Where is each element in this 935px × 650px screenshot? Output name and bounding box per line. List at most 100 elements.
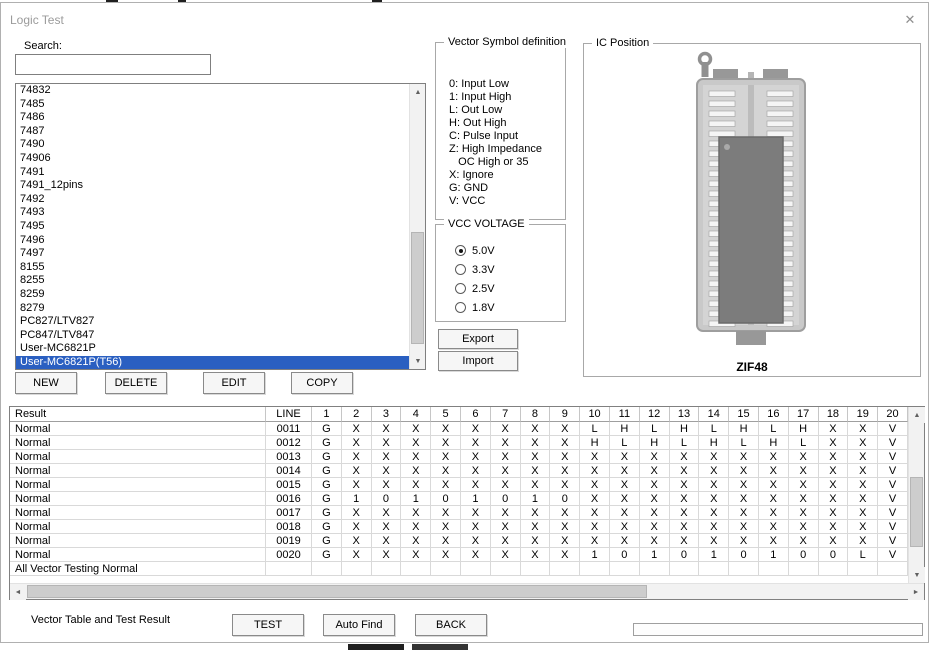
vcc-option-2.5V[interactable]: 2.5V (436, 279, 565, 298)
pin-cell: X (461, 520, 491, 534)
list-item[interactable]: 7486 (16, 111, 425, 125)
table-row[interactable]: Normal0012GXXXXXXXXHLHLHLHLXXV (10, 436, 908, 450)
table-header-cell: 1 (312, 407, 342, 422)
pin-cell: X (819, 478, 849, 492)
pin-cell (580, 562, 610, 576)
scroll-thumb[interactable] (910, 477, 923, 547)
list-item[interactable]: User-MC6821P (16, 342, 425, 356)
scroll-left-icon[interactable]: ◄ (10, 584, 26, 600)
pin-cell: X (670, 520, 700, 534)
table-row[interactable]: Normal0015GXXXXXXXXXXXXXXXXXXV (10, 478, 908, 492)
list-item[interactable]: 8259 (16, 288, 425, 302)
pin-cell: X (819, 436, 849, 450)
pin-cell: X (431, 506, 461, 520)
scroll-thumb[interactable] (411, 232, 424, 344)
edit-button[interactable]: EDIT (203, 372, 265, 394)
vcc-voltage-group-title: VCC VOLTAGE (444, 218, 529, 230)
list-item[interactable]: 7491 (16, 166, 425, 180)
radio-icon[interactable] (455, 264, 466, 275)
table-row[interactable]: Normal0016G10101010XXXXXXXXXXV (10, 492, 908, 506)
table-horizontal-scrollbar[interactable]: ◄ ► (10, 583, 924, 599)
list-item[interactable]: 7492 (16, 193, 425, 207)
pin-cell: X (431, 548, 461, 562)
result-cell: Normal (10, 534, 266, 548)
table-row[interactable]: Normal0019GXXXXXXXXXXXXXXXXXXV (10, 534, 908, 548)
list-item[interactable]: 74832 (16, 84, 425, 98)
title-bar[interactable]: Logic Test ✕ (2, 6, 928, 28)
table-header-cell: Result (10, 407, 266, 422)
table-row[interactable]: Normal0014GXXXXXXXXXXXXXXXXXXV (10, 464, 908, 478)
radio-icon[interactable] (455, 245, 466, 256)
scroll-down-icon[interactable]: ▼ (909, 567, 925, 583)
pin-cell: V (878, 436, 908, 450)
auto-find-button[interactable]: Auto Find (323, 614, 395, 636)
table-row[interactable]: Normal0013GXXXXXXXXXXXXXXXXXXV (10, 450, 908, 464)
list-item[interactable]: 7497 (16, 247, 425, 261)
pin-cell: V (878, 464, 908, 478)
radio-icon[interactable] (455, 302, 466, 313)
table-vertical-scrollbar[interactable]: ▲ ▼ (908, 407, 924, 583)
pin-cell: V (878, 478, 908, 492)
pin-cell: X (789, 492, 819, 506)
pin-cell: X (670, 450, 700, 464)
scroll-up-icon[interactable]: ▲ (410, 84, 426, 100)
list-item[interactable]: 74906 (16, 152, 425, 166)
scroll-down-icon[interactable]: ▼ (410, 353, 426, 369)
pin-cell: X (431, 450, 461, 464)
pin-cell: X (789, 534, 819, 548)
table-row[interactable]: Normal0011GXXXXXXXXLHLHLHLHXXV (10, 422, 908, 436)
list-item[interactable]: 7496 (16, 234, 425, 248)
pin-cell: G (312, 478, 342, 492)
list-item[interactable]: 7487 (16, 125, 425, 139)
list-item[interactable]: 8255 (16, 274, 425, 288)
radio-icon[interactable] (455, 283, 466, 294)
table-row[interactable]: Normal0017GXXXXXXXXXXXXXXXXXXV (10, 506, 908, 520)
table-row[interactable]: Normal0018GXXXXXXXXXXXXXXXXXXV (10, 520, 908, 534)
test-button[interactable]: TEST (232, 614, 304, 636)
vcc-option-1.8V[interactable]: 1.8V (436, 298, 565, 317)
pin-cell (789, 562, 819, 576)
scroll-up-icon[interactable]: ▲ (909, 407, 925, 423)
pin-cell: X (461, 534, 491, 548)
pin-cell: X (580, 520, 610, 534)
search-input[interactable] (15, 54, 211, 75)
pin-cell: X (491, 520, 521, 534)
scroll-right-icon[interactable]: ► (908, 584, 924, 600)
pin-cell: X (372, 506, 402, 520)
line-cell: 0014 (266, 464, 312, 478)
ic-list[interactable]: 7483274857486748774907490674917491_12pin… (15, 83, 426, 370)
new-button[interactable]: NEW (15, 372, 77, 394)
list-item[interactable]: 7485 (16, 98, 425, 112)
back-button[interactable]: BACK (415, 614, 487, 636)
pin-cell (729, 562, 759, 576)
list-item[interactable]: User-MC6821P(T56) (16, 356, 425, 370)
list-scrollbar[interactable]: ▲ ▼ (409, 84, 425, 369)
list-item[interactable]: 8155 (16, 261, 425, 275)
scroll-thumb[interactable] (27, 585, 647, 598)
close-icon[interactable]: ✕ (901, 11, 919, 29)
pin-cell: X (699, 534, 729, 548)
pin-cell: X (342, 464, 372, 478)
pin-cell: X (610, 450, 640, 464)
list-item[interactable]: 7495 (16, 220, 425, 234)
list-item[interactable]: PC847/LTV847 (16, 329, 425, 343)
import-button[interactable]: Import (438, 351, 518, 371)
delete-button[interactable]: DELETE (105, 372, 167, 394)
vcc-option-5.0V[interactable]: 5.0V (436, 241, 565, 260)
table-header-row: ResultLINE123456789101112131415161718192… (10, 407, 908, 422)
vcc-option-3.3V[interactable]: 3.3V (436, 260, 565, 279)
vector-symbol-line: C: Pulse Input (449, 130, 542, 143)
table-row[interactable]: Normal0020GXXXXXXXX101010100LV (10, 548, 908, 562)
list-item[interactable]: PC827/LTV827 (16, 315, 425, 329)
pin-cell: H (759, 436, 789, 450)
list-item[interactable]: 7490 (16, 138, 425, 152)
copy-button[interactable]: COPY (291, 372, 353, 394)
pin-cell: X (610, 534, 640, 548)
pin-cell: X (640, 464, 670, 478)
vector-symbol-group-title: Vector Symbol definition (444, 36, 570, 48)
list-item[interactable]: 7491_12pins (16, 179, 425, 193)
export-button[interactable]: Export (438, 329, 518, 349)
table-header-cell: 9 (550, 407, 580, 422)
list-item[interactable]: 8279 (16, 302, 425, 316)
list-item[interactable]: 7493 (16, 206, 425, 220)
